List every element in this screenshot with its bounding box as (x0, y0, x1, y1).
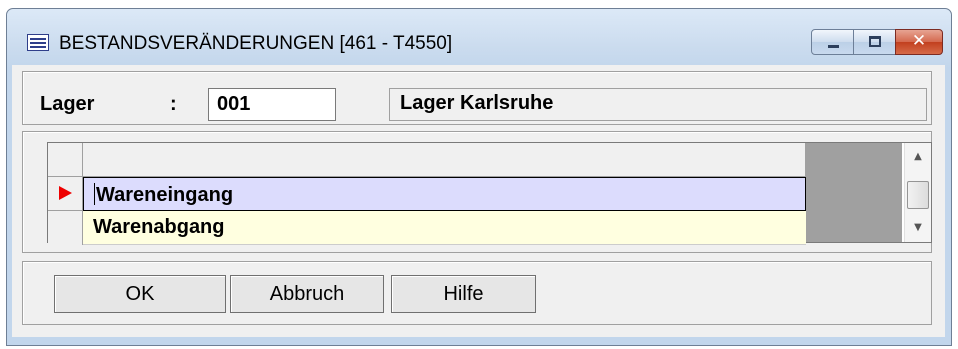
ok-button[interactable]: OK (54, 275, 226, 313)
grid-row-warenabgang[interactable]: Warenabgang (83, 211, 806, 245)
window-title: BESTANDSVERÄNDERUNGEN [461 - T4550] (59, 33, 453, 54)
grid-empty-area (806, 143, 902, 242)
grid-column-header[interactable] (83, 143, 806, 177)
table-icon (27, 34, 49, 51)
grid-row-wareneingang[interactable]: Wareneingang (83, 177, 806, 211)
scroll-thumb[interactable] (907, 181, 929, 209)
lager-colon: : (170, 93, 177, 115)
close-button[interactable]: ✕ (895, 29, 943, 55)
title-bar[interactable]: BESTANDSVERÄNDERUNGEN [461 - T4550] ✕ (7, 9, 951, 65)
caption-buttons: ✕ (811, 29, 943, 55)
dialog-window: BESTANDSVERÄNDERUNGEN [461 - T4550] ✕ La… (6, 8, 952, 346)
lager-name-field: Lager Karlsruhe (389, 88, 927, 121)
row-indicator[interactable] (48, 177, 83, 211)
vertical-scrollbar[interactable]: ▲ ▼ (904, 143, 931, 242)
grid-corner (48, 143, 83, 177)
lager-label: Lager (40, 93, 95, 115)
row-indicator[interactable] (48, 211, 83, 245)
scroll-down-icon[interactable]: ▼ (905, 214, 931, 242)
help-button[interactable]: Hilfe (391, 275, 536, 313)
dialog-client: Lager : Lager Karlsruhe Wareneingang War… (12, 65, 945, 337)
close-icon: ✕ (911, 31, 927, 51)
lager-number-input[interactable] (208, 88, 336, 121)
grid-row-label: Wareneingang (96, 184, 234, 206)
cancel-button[interactable]: Abbruch (230, 275, 384, 313)
current-row-pointer-icon (59, 186, 72, 200)
scroll-up-icon[interactable]: ▲ (905, 143, 931, 171)
minimize-icon (828, 45, 839, 48)
movement-type-grid[interactable]: Wareneingang Warenabgang ▲ ▼ (47, 142, 932, 245)
text-caret (94, 183, 95, 205)
maximize-icon (869, 36, 881, 47)
maximize-button[interactable] (853, 29, 896, 55)
grid-row-label: Warenabgang (93, 216, 225, 238)
minimize-button[interactable] (811, 29, 854, 55)
